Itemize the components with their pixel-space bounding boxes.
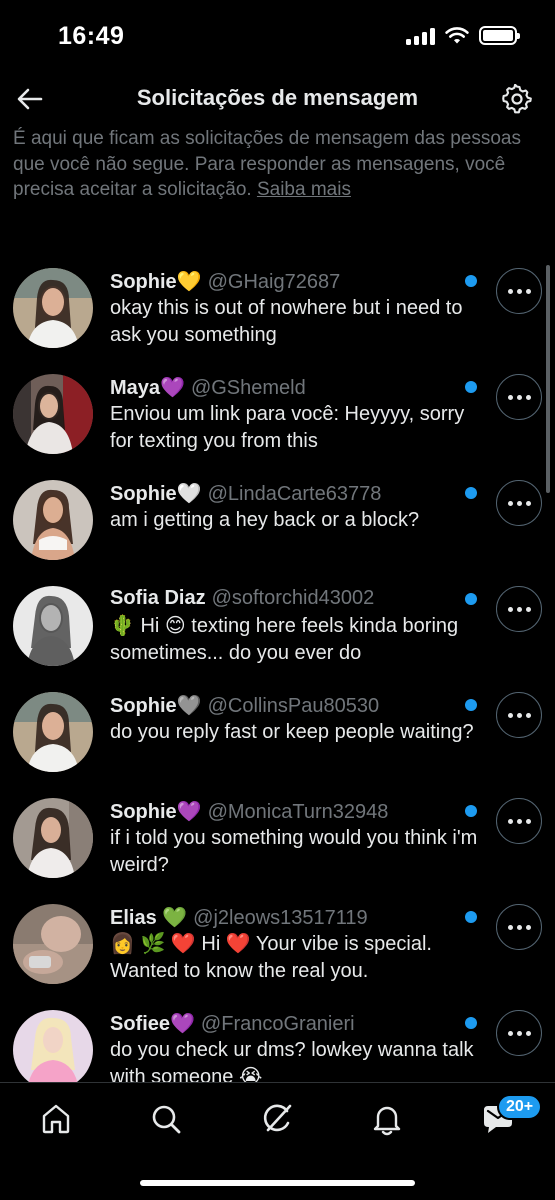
sender-handle: @CollinsPau80530 [207,695,380,717]
sender-name: Sophie🩶 [110,695,202,717]
more-options-button[interactable] [496,1010,542,1056]
unread-indicator [465,911,477,923]
wifi-icon [445,26,469,43]
message-preview: do you check ur dms? lowkey wanna talk w… [110,1039,474,1083]
sender-name: Maya💜 [110,377,185,399]
request-item[interactable]: Elias 💚 @j2leows13517119 👩 🌿 ❤️ Hi ❤️ You… [0,899,555,1005]
unread-indicator [465,699,477,711]
header: Solicitações de mensagem [0,75,555,123]
unread-indicator [465,275,477,287]
signal-icon [406,27,435,45]
sender-name: Sofia Diaz [110,587,206,609]
sender-handle: @GShemeld [190,377,306,399]
more-options-button[interactable] [496,904,542,950]
status-bar: 16:49 [0,0,555,75]
nav-search-button[interactable] [146,1099,186,1139]
avatar[interactable] [13,1010,93,1083]
unread-indicator [465,1017,477,1029]
avatar[interactable] [13,586,93,666]
sender-line: Sofiee💜 @FrancoGranieri [110,1011,355,1036]
messages-badge: 20+ [497,1094,543,1120]
search-icon [152,1105,181,1134]
more-options-button[interactable] [496,374,542,420]
nav-home-button[interactable] [36,1099,76,1139]
avatar[interactable] [13,798,93,878]
unread-indicator [465,381,477,393]
request-item[interactable]: Sophie🩶 @CollinsPau80530 do you reply fas… [0,687,555,793]
scrollbar[interactable] [546,265,550,493]
unread-indicator [465,593,477,605]
status-icons [406,26,520,45]
sender-line: Sophie💜 @MonicaTurn32948 [110,799,388,824]
bell-icon [373,1106,401,1136]
sender-handle: @MonicaTurn32948 [207,801,389,823]
more-options-button[interactable] [496,692,542,738]
sender-line: Sophie🤍 @LindaCarte63778 [110,481,381,506]
sender-name: Sophie💜 [110,801,202,823]
sender-line: Sofia Diaz @softorchid43002 [110,587,374,610]
battery-icon [479,26,520,45]
learn-more-link[interactable]: Saiba mais [257,179,351,200]
sender-name: Elias 💚 [110,907,188,929]
grok-icon [263,1104,292,1132]
unread-indicator [465,487,477,499]
home-icon [42,1104,70,1134]
unread-indicator [465,805,477,817]
sender-handle: @FrancoGranieri [200,1013,355,1035]
home-indicator[interactable] [140,1180,415,1186]
avatar[interactable] [13,692,93,772]
message-preview: if i told you something would you think … [110,827,478,876]
sender-handle: @j2leows13517119 [193,907,368,929]
request-item[interactable]: Sophie🤍 @LindaCarte63778 am i getting a h… [0,475,555,581]
nav-notifications-button[interactable] [367,1099,407,1139]
message-preview: okay this is out of nowhere but i need t… [110,297,463,346]
message-preview: 👩 🌿 ❤️ Hi ❤️ Your vibe is special. Wante… [110,933,432,982]
settings-button[interactable] [499,81,535,117]
sender-handle: @softorchid43002 [211,587,375,609]
message-preview: 🌵 Hi 😊 texting here feels kinda boring s… [110,615,459,664]
gear-icon [502,84,532,114]
more-options-button[interactable] [496,586,542,632]
info-text: É aqui que ficam as solicitações de mens… [13,126,533,203]
sender-name: Sophie🤍 [110,483,202,505]
avatar[interactable] [13,268,93,348]
sender-line: Maya💜 @GShemeld [110,375,306,400]
request-item[interactable]: Maya💜 @GShemeld Enviou um link para você:… [0,369,555,475]
message-requests-list: Sophie💛 @GHaig72687 okay this is out of n… [0,263,555,1083]
nav-grok-button[interactable] [257,1099,297,1139]
sender-line: Sophie💛 @GHaig72687 [110,269,340,294]
sender-name: Sophie💛 [110,271,202,293]
page-title: Solicitações de mensagem [136,85,419,110]
more-options-button[interactable] [496,268,542,314]
more-options-button[interactable] [496,480,542,526]
more-options-button[interactable] [496,798,542,844]
sender-line: Sophie🩶 @CollinsPau80530 [110,693,379,718]
avatar[interactable] [13,374,93,454]
sender-line: Elias 💚 @j2leows13517119 [110,905,368,930]
avatar[interactable] [13,904,93,984]
request-item[interactable]: Sofia Diaz @softorchid43002 🌵 Hi 😊 textin… [0,581,555,687]
sender-handle: @GHaig72687 [207,271,341,293]
message-preview: do you reply fast or keep people waiting… [110,721,474,743]
sender-handle: @LindaCarte63778 [207,483,382,505]
message-preview: am i getting a hey back or a block? [110,509,420,531]
request-item[interactable]: Sofiee💜 @FrancoGranieri do you check ur d… [0,1005,555,1083]
message-preview: Enviou um link para você: Heyyyy, sorry … [110,403,465,452]
request-item[interactable]: Sophie💛 @GHaig72687 okay this is out of n… [0,263,555,369]
sender-name: Sofiee💜 [110,1013,195,1035]
status-time: 16:49 [58,22,125,50]
avatar[interactable] [13,480,93,560]
request-item[interactable]: Sophie💜 @MonicaTurn32948 if i told you so… [0,793,555,899]
